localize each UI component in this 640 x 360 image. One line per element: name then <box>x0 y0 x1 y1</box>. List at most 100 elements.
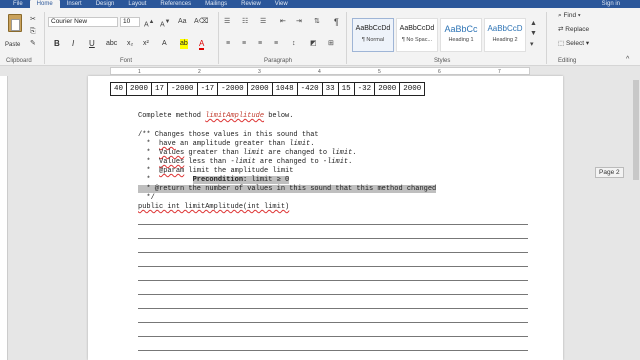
styles-scroll-up-icon[interactable]: ▲ <box>530 20 537 28</box>
ruler-number: 4 <box>318 69 321 75</box>
style-heading-1[interactable]: AaBbCc Heading 1 <box>440 18 482 52</box>
style-preview: AaBbCcD <box>487 24 523 33</box>
text-run: Precondition: <box>192 176 248 184</box>
find-button[interactable]: ⌕ Find ▾ <box>558 12 581 20</box>
sort-icon[interactable]: ⇅ <box>314 18 320 26</box>
tab-insert[interactable]: Insert <box>60 0 89 8</box>
ruler-track: 1 2 3 4 5 6 7 <box>110 67 530 75</box>
numbering-icon[interactable]: ☷ <box>242 18 248 26</box>
style-name: Heading 1 <box>448 37 474 43</box>
cut-icon[interactable]: ✂ <box>30 16 36 24</box>
comment-line: * have an amplitude greater than limit. <box>138 140 314 149</box>
ruler-number: 2 <box>198 69 201 75</box>
text-run: below. <box>264 112 294 120</box>
text-run: -limit <box>322 158 349 166</box>
page-indicator: Page 2 <box>595 167 624 178</box>
scrollbar-thumb[interactable] <box>633 80 639 180</box>
font-name-box[interactable]: Courier New <box>48 17 118 27</box>
text-run: less than <box>184 158 231 166</box>
styles-scroll-down-icon[interactable]: ▼ <box>530 30 537 38</box>
strikethrough-icon[interactable]: abc <box>106 39 117 49</box>
tab-view[interactable]: View <box>268 0 295 8</box>
italic-button[interactable]: I <box>72 39 74 49</box>
highlight-icon[interactable]: ab <box>180 39 188 49</box>
copy-icon[interactable]: ⎘ <box>30 28 36 36</box>
tab-file[interactable]: File <box>6 0 30 8</box>
style-preview: AaBbCc <box>444 24 478 34</box>
style-name: ¶ No Spac... <box>401 37 433 43</box>
tab-design[interactable]: Design <box>89 0 122 8</box>
values-table: 40 2000 17 -2000 -17 -2000 2000 1048 -42… <box>109 82 426 96</box>
tab-layout[interactable]: Layout <box>121 0 153 8</box>
answer-line <box>138 336 528 337</box>
change-case-icon[interactable]: Aa <box>178 18 187 26</box>
text-run: an amplitude greater than <box>175 140 290 148</box>
table-cell: 2000 <box>399 82 426 96</box>
divider <box>546 12 547 64</box>
style-name: ¶ Normal <box>361 37 385 43</box>
bullets-icon[interactable]: ☰ <box>224 18 230 26</box>
tab-mailings[interactable]: Mailings <box>198 0 234 8</box>
table-cell: 40 <box>109 82 128 96</box>
style-no-spacing[interactable]: AaBbCcDd ¶ No Spac... <box>396 18 438 52</box>
table-cell: -17 <box>196 82 219 96</box>
shrink-font-icon[interactable]: A▼ <box>160 18 170 29</box>
text-run: . <box>310 140 315 148</box>
sign-in-link[interactable]: Sign in <box>602 0 620 8</box>
tab-review[interactable]: Review <box>234 0 268 8</box>
font-color-button[interactable]: A <box>199 39 205 50</box>
paste-button[interactable]: Paste <box>5 14 25 48</box>
text-effects-icon[interactable]: A <box>162 39 167 49</box>
superscript-button[interactable]: x² <box>143 39 149 49</box>
answer-line <box>138 224 528 225</box>
paste-sheet-icon <box>11 19 20 31</box>
align-left-icon[interactable]: ≡ <box>226 40 230 48</box>
document-page[interactable]: 40 2000 17 -2000 -17 -2000 2000 1048 -42… <box>88 76 563 360</box>
collapse-ribbon-icon[interactable]: ^ <box>626 56 629 64</box>
text-run: limit <box>331 149 353 157</box>
text-run: are changed to <box>255 158 323 166</box>
show-marks-button[interactable]: ¶ <box>334 18 339 27</box>
style-normal[interactable]: AaBbCcDd ¶ Normal <box>352 18 394 52</box>
text-run: limit <box>289 140 311 148</box>
text-run: Values <box>159 149 185 157</box>
justify-icon[interactable]: ≡ <box>274 40 278 48</box>
grow-font-icon[interactable]: A▲ <box>144 18 154 29</box>
table-cell: -420 <box>296 82 323 96</box>
ruler-number: 7 <box>498 69 501 75</box>
comment-line: * Precondition: limit ≥ 0 <box>138 176 290 185</box>
answer-line <box>138 308 528 309</box>
line-spacing-icon[interactable]: ↕ <box>292 40 296 48</box>
tab-home[interactable]: Home <box>29 0 60 8</box>
subscript-button[interactable]: x₂ <box>127 39 133 49</box>
align-center-icon[interactable]: ≡ <box>242 40 246 48</box>
text-run: are changed to <box>264 149 332 157</box>
clear-format-icon[interactable]: A⌫ <box>194 18 209 26</box>
horizontal-ruler[interactable]: 1 2 3 4 5 6 7 <box>0 66 640 76</box>
increase-indent-icon[interactable]: ⇥ <box>296 18 302 26</box>
replace-button[interactable]: ⇄ Replace <box>558 26 589 34</box>
select-button[interactable]: ⬚ Select ▾ <box>558 40 589 48</box>
style-heading-2[interactable]: AaBbCcD Heading 2 <box>484 18 526 52</box>
align-right-icon[interactable]: ≡ <box>258 40 262 48</box>
bold-button[interactable]: B <box>54 39 60 49</box>
vertical-ruler[interactable] <box>0 76 8 360</box>
multilevel-list-icon[interactable]: ☰ <box>260 18 266 26</box>
format-painter-icon[interactable]: ✎ <box>30 40 36 48</box>
style-preview: AaBbCcDd <box>355 25 391 32</box>
vertical-scrollbar[interactable] <box>632 76 640 360</box>
font-size-box[interactable]: 10 <box>120 17 140 27</box>
shading-icon[interactable]: ◩ <box>310 40 317 48</box>
text-run: greater than <box>184 149 244 157</box>
text-run: . <box>352 149 357 157</box>
table-cell: 33 <box>321 82 339 96</box>
borders-icon[interactable]: ⊞ <box>328 40 334 48</box>
paragraph-group-label: Paragraph <box>264 58 293 64</box>
underline-button[interactable]: U <box>89 39 95 49</box>
comment-line: * Values less than -limit are changed to… <box>138 158 352 167</box>
ruler-number: 1 <box>138 69 141 75</box>
table-cell: 2000 <box>374 82 401 96</box>
tab-references[interactable]: References <box>153 0 198 8</box>
styles-more-icon[interactable]: ▾ <box>530 41 534 49</box>
decrease-indent-icon[interactable]: ⇤ <box>280 18 286 26</box>
